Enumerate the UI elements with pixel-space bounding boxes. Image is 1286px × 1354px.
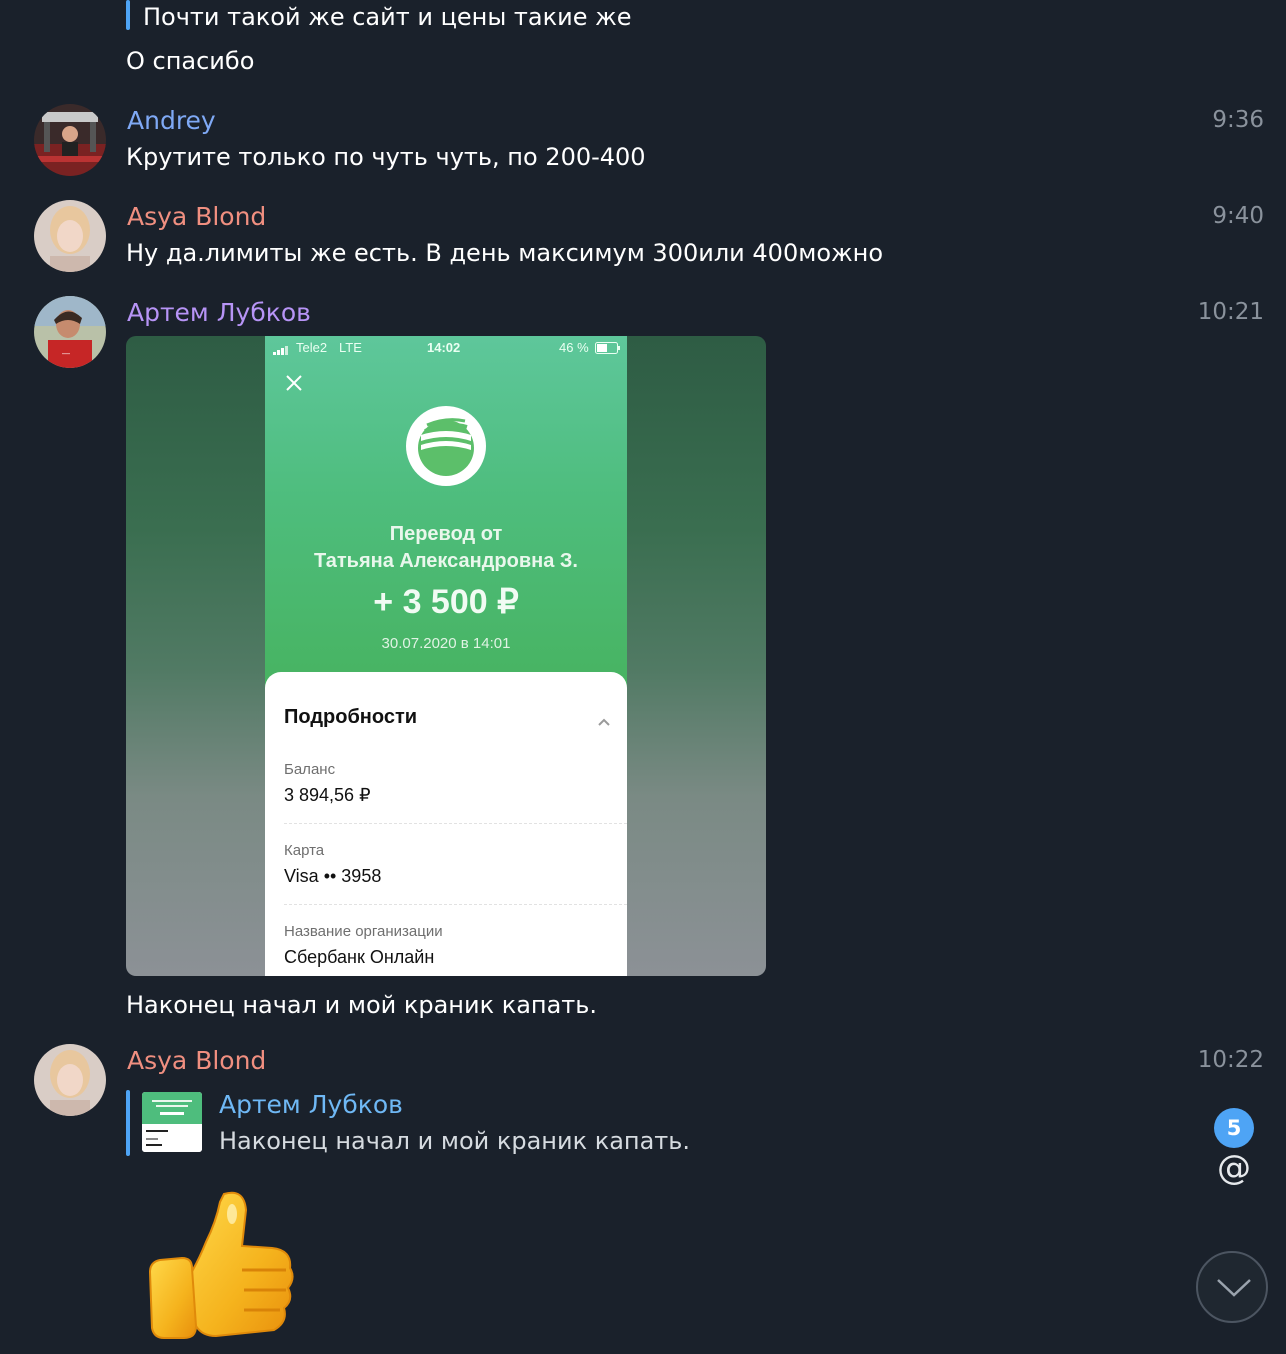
sberbank-logo-icon xyxy=(405,405,487,491)
quote-bar xyxy=(126,0,130,30)
sender-name[interactable]: Asya Blond xyxy=(127,1045,266,1077)
detail-label: Карта xyxy=(284,842,325,859)
battery-icon xyxy=(595,342,621,357)
mention-icon[interactable]: @ xyxy=(1214,1148,1254,1188)
detail-value: Сбербанк Онлайн xyxy=(284,947,435,967)
phone-header: Tele2 LTE 14:02 46 % Перевод от Татьяна … xyxy=(265,336,627,696)
divider xyxy=(284,904,627,905)
message-time: 10:22 xyxy=(1197,1047,1264,1073)
detail-value: Visa •• 3958 xyxy=(284,866,382,886)
transfer-amount: + 3 500 ₽ xyxy=(373,583,519,621)
status-clock: 14:02 xyxy=(427,340,461,355)
sender-name[interactable]: Артем Лубков xyxy=(127,297,311,329)
reply-text[interactable]: Наконец начал и мой краник капать. xyxy=(219,1125,690,1157)
chevron-down-icon xyxy=(1217,1279,1251,1297)
message-time: 9:40 xyxy=(1212,203,1264,229)
detail-label: Баланс xyxy=(284,761,336,778)
quote-text: Почти такой же сайт и цены такие же xyxy=(143,3,632,31)
photo-caption: Наконец начал и мой краник капать. xyxy=(126,991,598,1019)
message-photo[interactable]: Tele2 LTE 14:02 46 % Перевод от Татьяна … xyxy=(126,336,766,976)
svg-text:—: — xyxy=(62,349,70,358)
message-time: 10:21 xyxy=(1197,299,1264,325)
avatar-andrey[interactable] xyxy=(34,104,106,176)
divider xyxy=(284,823,627,824)
sender-name[interactable]: Andrey xyxy=(127,105,216,137)
avatar-asya[interactable] xyxy=(34,200,106,272)
thumbs-up-sticker[interactable] xyxy=(146,1186,302,1350)
chevron-up-icon xyxy=(597,712,611,731)
transfer-title-1: Перевод от xyxy=(389,523,503,545)
signal-icon xyxy=(273,343,289,358)
carrier: Tele2 xyxy=(296,340,328,355)
network: LTE xyxy=(339,340,362,355)
reply-author[interactable]: Артем Лубков xyxy=(219,1089,403,1121)
message-time: 9:36 xyxy=(1212,107,1264,133)
details-card: Подробности Баланс 3 894,56 ₽ Карта Visa… xyxy=(265,672,627,976)
message-text: Крутите только по чуть чуть, по 200-400 xyxy=(126,143,646,171)
close-icon xyxy=(285,374,303,396)
transfer-title-2: Татьяна Александровна З. xyxy=(314,550,578,572)
details-title: Подробности xyxy=(284,706,418,728)
transfer-date: 30.07.2020 в 14:01 xyxy=(381,635,511,652)
reply-thumbnail[interactable] xyxy=(142,1092,202,1152)
detail-label: Название организации xyxy=(284,923,443,940)
message-text: Ну да.лимиты же есть. В день максимум 30… xyxy=(126,239,883,267)
message-text: О спасибо xyxy=(126,47,255,75)
mentions-badge[interactable]: 5 xyxy=(1214,1108,1254,1148)
detail-value: 3 894,56 ₽ xyxy=(284,785,371,805)
reply-bar xyxy=(126,1090,130,1156)
sender-name[interactable]: Asya Blond xyxy=(127,201,266,233)
avatar-asya[interactable] xyxy=(34,1044,106,1116)
scroll-down-button[interactable] xyxy=(1196,1251,1268,1323)
avatar-artem[interactable]: — xyxy=(34,296,106,368)
battery-text: 46 % xyxy=(559,340,589,355)
phone-screenshot: Tele2 LTE 14:02 46 % Перевод от Татьяна … xyxy=(265,336,627,976)
